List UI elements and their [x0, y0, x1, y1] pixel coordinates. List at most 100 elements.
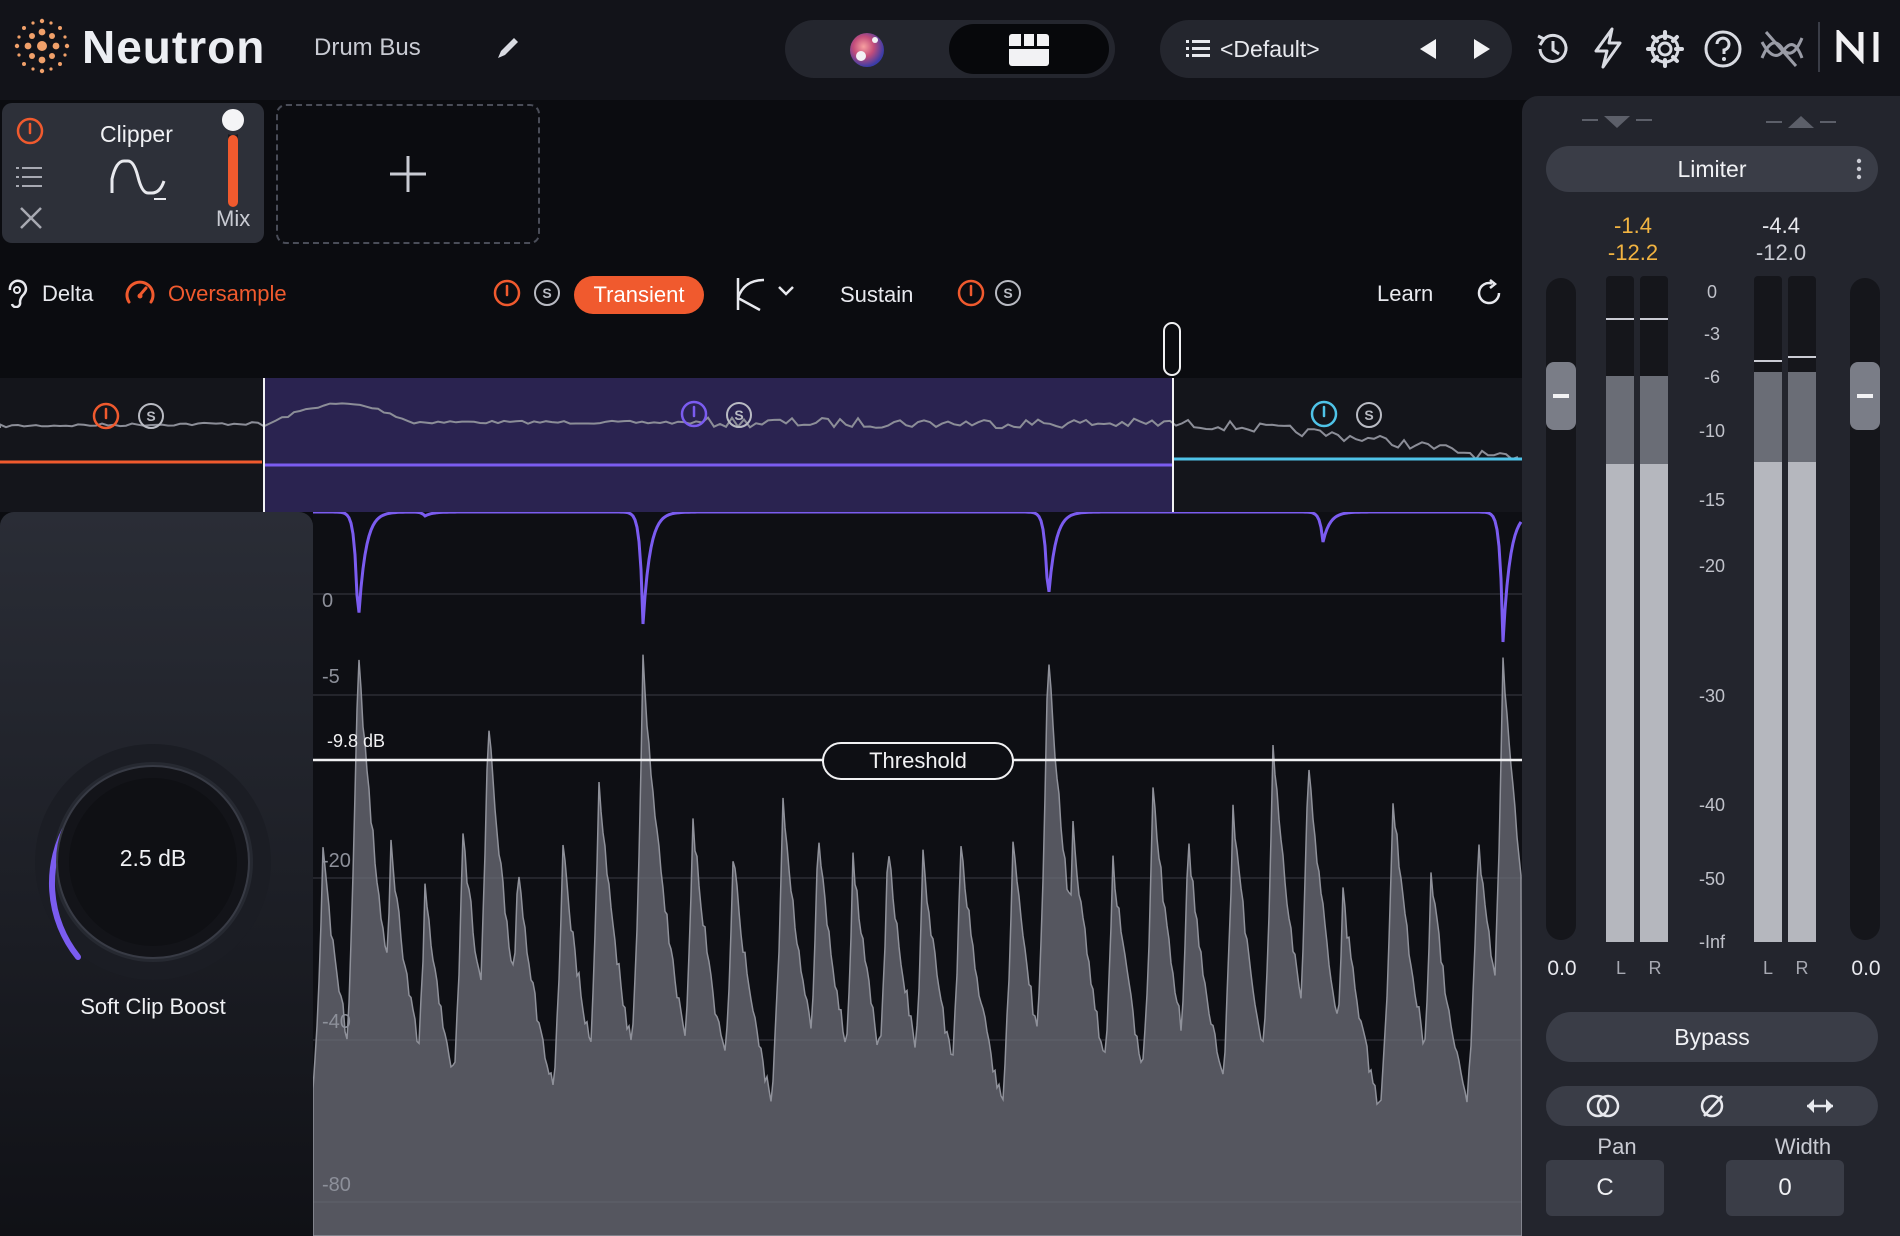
sustain-solo-button[interactable]: S — [995, 280, 1021, 306]
mono-stereo-icon[interactable] — [1586, 1092, 1620, 1120]
meter-scale-label: -30 — [1698, 686, 1725, 706]
mix-slider[interactable] — [218, 105, 248, 207]
reset-loop-icon[interactable] — [1474, 278, 1504, 308]
output-channel-r: R — [1795, 958, 1809, 978]
mix-slider-handle[interactable] — [218, 105, 248, 135]
db-label-40: -40 — [322, 1011, 351, 1033]
ozone-link-icon[interactable] — [1758, 28, 1804, 70]
pan-field[interactable]: C — [1546, 1160, 1664, 1216]
meter-scale-label: -10 — [1698, 421, 1725, 441]
width-field[interactable]: 0 — [1726, 1160, 1844, 1216]
neutron-logo-icon — [12, 16, 72, 76]
next-preset-icon[interactable] — [1472, 37, 1494, 61]
module-menu-icon[interactable] — [16, 165, 44, 189]
output-meter-right — [1788, 276, 1816, 942]
input-channel-r: R — [1648, 958, 1662, 978]
input-collapse-icon[interactable] — [1582, 112, 1652, 132]
add-module-button[interactable] — [276, 104, 540, 244]
input-channel-l: L — [1615, 958, 1626, 978]
preset-name[interactable]: Drum Bus — [314, 34, 421, 62]
band3-solo-button[interactable]: S — [1356, 402, 1382, 428]
module-close-icon[interactable] — [18, 205, 44, 231]
edit-name-icon[interactable] — [494, 34, 522, 62]
band1-power-icon[interactable] — [92, 402, 120, 430]
output-channel-l: L — [1762, 958, 1773, 978]
transient-power-icon[interactable] — [493, 279, 521, 307]
output-meter-left — [1754, 276, 1782, 942]
settings-gear-icon[interactable] — [1644, 28, 1686, 70]
band1-solo-button[interactable]: S — [138, 403, 164, 429]
preset-selector-label: <Default> — [1220, 36, 1320, 62]
curve-shape-icon[interactable] — [734, 276, 768, 312]
input-rms-readout: -12.2 — [1607, 240, 1659, 265]
help-icon[interactable] — [1702, 28, 1744, 70]
sustain-power-icon[interactable] — [957, 279, 985, 307]
divider — [1818, 22, 1820, 72]
clipper-graph[interactable] — [313, 512, 1522, 1236]
band-strip-graphic — [0, 378, 1522, 512]
meter-scale-label: -15 — [1698, 490, 1725, 510]
sustain-tab[interactable]: Sustain — [840, 282, 913, 308]
soft-clip-boost-label: Soft Clip Boost — [80, 994, 226, 1019]
db-label-80: -80 — [322, 1174, 351, 1196]
mix-slider-fill — [228, 135, 238, 207]
visual-mixer-icon[interactable] — [845, 28, 889, 72]
oversample-button[interactable]: Oversample — [168, 281, 287, 307]
band-strip[interactable]: S S S — [0, 378, 1522, 512]
band2-solo-button[interactable]: S — [726, 402, 752, 428]
visualizer-toggle[interactable] — [785, 20, 1115, 78]
swap-channels-icon[interactable] — [1804, 1096, 1836, 1116]
pan-label: Pan — [1597, 1134, 1637, 1159]
meter-scale-label: -40 — [1698, 795, 1725, 815]
limiter-more-icon[interactable] — [1856, 158, 1862, 180]
oversample-gauge-icon[interactable] — [124, 278, 156, 308]
meter-scale-label: -6 — [1703, 367, 1720, 387]
module-view-tab[interactable] — [949, 24, 1109, 74]
output-gain-fader[interactable] — [1850, 278, 1880, 940]
preset-selector[interactable]: <Default> — [1160, 20, 1512, 78]
meter-scale-label: 0 — [1706, 282, 1717, 302]
module-name: Clipper — [100, 121, 173, 147]
clipper-module[interactable]: Clipper Mix — [2, 103, 264, 243]
output-peak-readout: -4.4 — [1762, 213, 1800, 238]
mix-label: Mix — [216, 206, 251, 231]
transient-solo-button[interactable]: S — [534, 280, 560, 306]
db-label-20: -20 — [322, 850, 351, 872]
top-bar: Neutron Drum Bus <Default> — [0, 0, 1900, 100]
output-gain-fader-handle[interactable] — [1850, 362, 1880, 430]
transient-tab[interactable]: Transient — [574, 276, 704, 314]
threshold-value: -9.8 dB — [327, 731, 386, 751]
input-gain-fader[interactable] — [1546, 278, 1576, 940]
curve-dropdown-chevron-icon[interactable] — [776, 284, 796, 298]
assistant-lightning-icon[interactable] — [1590, 26, 1626, 70]
clipper-curve-icon — [108, 153, 168, 201]
input-meter-left — [1606, 276, 1634, 942]
module-power-icon[interactable] — [16, 117, 44, 145]
meter-scale-label: -50 — [1698, 869, 1725, 889]
learn-button[interactable]: Learn — [1377, 281, 1433, 307]
meter-scale-label: -Inf — [1698, 932, 1725, 952]
threshold-handle[interactable]: Threshold — [822, 742, 1014, 780]
input-meter-right — [1640, 276, 1668, 942]
delta-button[interactable]: Delta — [42, 281, 93, 307]
band3-power-icon[interactable] — [1310, 400, 1338, 428]
meter-scale-label: -20 — [1698, 556, 1725, 576]
waveform-display — [313, 512, 1522, 1236]
crossover-handle-high[interactable] — [1163, 322, 1181, 376]
stereo-tools-bar — [1546, 1086, 1878, 1126]
previous-preset-icon[interactable] — [1416, 37, 1438, 61]
input-gain-fader-handle[interactable] — [1546, 362, 1576, 430]
input-peak-readout: -1.4 — [1614, 213, 1652, 238]
db-label-0: 0 — [322, 590, 334, 612]
band2-power-icon[interactable] — [680, 400, 708, 428]
limiter-button[interactable]: Limiter — [1546, 146, 1878, 192]
output-expand-icon[interactable] — [1766, 112, 1836, 132]
native-instruments-logo-icon — [1836, 30, 1886, 64]
phase-invert-icon[interactable] — [1698, 1092, 1726, 1120]
bypass-button[interactable]: Bypass — [1546, 1012, 1878, 1062]
plus-icon — [390, 156, 426, 192]
input-gain-value[interactable]: 0.0 — [1540, 957, 1584, 981]
delta-ear-icon[interactable] — [6, 278, 28, 308]
history-icon[interactable] — [1532, 28, 1574, 70]
output-gain-value[interactable]: 0.0 — [1844, 957, 1888, 981]
